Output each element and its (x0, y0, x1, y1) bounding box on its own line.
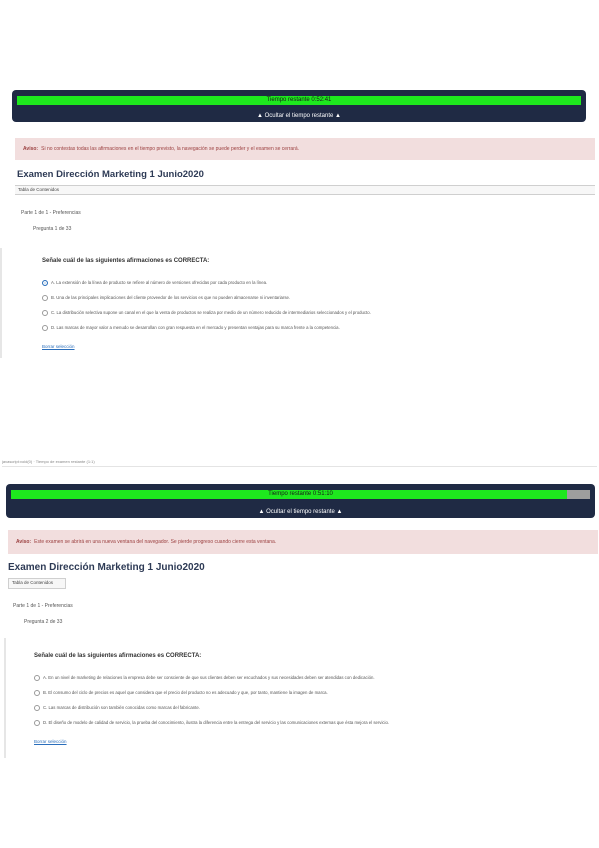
answer-option-b[interactable]: B. El consumo del ciclo de precios es aq… (34, 685, 594, 700)
question-stem: Señale cuál de las siguientes afirmacion… (42, 258, 210, 264)
question-counter: Pregunta 2 de 33 (24, 619, 63, 625)
part-label: Parte 1 de 1 - Preferencias (13, 603, 73, 609)
answer-option-b[interactable]: B. Una de las principales implicaciones … (42, 290, 597, 305)
divider (0, 248, 2, 358)
option-text: B. El consumo del ciclo de precios es aq… (43, 690, 328, 695)
timer-progress-bar: Tiempo restante 0:52:41 (17, 96, 581, 105)
exam-title: Examen Dirección Marketing 1 Junio2020 (17, 169, 204, 180)
answer-option-a[interactable]: A. En un nivel de marketing de relacione… (34, 670, 594, 685)
timer-progress-bar: Tiempo restante 0:51:10 (11, 490, 590, 499)
radio-button[interactable] (34, 689, 40, 696)
clear-selection-link[interactable]: Borrar selección (34, 739, 67, 744)
footer-text: javascript:void(0) · Tiempo de examen re… (2, 459, 95, 464)
timer-text: Tiempo restante 0:52:41 (266, 97, 332, 103)
option-text: C. La distribución selectiva supone un c… (51, 310, 371, 315)
notice-label: Aviso: (16, 539, 32, 545)
question-card: Señale cuál de las siguientes afirmacion… (42, 258, 597, 353)
clear-selection-link[interactable]: Borrar selección (42, 344, 75, 349)
notice-text: Si no contestas todas las afirmaciones e… (41, 146, 300, 152)
answer-option-d[interactable]: D. Las marcas de mayor valor a menudo se… (42, 320, 597, 335)
radio-button[interactable] (42, 294, 48, 301)
question-counter: Pregunta 1 de 33 (33, 226, 72, 232)
question-card: Señale cuál de las siguientes afirmacion… (34, 653, 594, 748)
timer-text: Tiempo restante 0:51:10 (268, 491, 333, 497)
hide-timer-button[interactable]: ▲ Ocultar el tiempo restante ▲ (12, 113, 586, 119)
answer-option-c[interactable]: C. Las marcas de distribución son tambié… (34, 700, 594, 715)
answer-option-d[interactable]: D. El diseño de modelo de calidad de ser… (34, 715, 594, 730)
hide-timer-button[interactable]: ▲ Ocultar el tiempo restante ▲ (6, 509, 595, 515)
option-text: A. La extensión de la línea de producto … (51, 280, 268, 285)
answer-option-a[interactable]: A. La extensión de la línea de producto … (42, 275, 597, 290)
option-text: A. En un nivel de marketing de relacione… (43, 675, 375, 680)
table-of-contents-button[interactable]: Tabla de Contenidos (15, 185, 595, 195)
table-of-contents-button[interactable]: Tabla de Contenidos (8, 578, 66, 589)
question-stem: Señale cuál de las siguientes afirmacion… (34, 653, 202, 659)
notice-text: Este examen se abrirá en una nueva venta… (34, 539, 277, 545)
warning-notice: Aviso: Si no contestas todas las afirmac… (15, 138, 595, 160)
option-text: D. El diseño de modelo de calidad de ser… (43, 720, 390, 725)
warning-notice: Aviso: Este examen se abrirá en una nuev… (8, 530, 598, 554)
page-footer-strip: javascript:void(0) · Tiempo de examen re… (2, 459, 597, 467)
radio-button[interactable] (42, 279, 48, 286)
divider (4, 638, 6, 758)
timer-panel: Tiempo restante 0:52:41 ▲ Ocultar el tie… (12, 90, 586, 122)
option-text: D. Las marcas de mayor valor a menudo se… (51, 325, 340, 330)
option-text: C. Las marcas de distribución son tambié… (43, 705, 200, 710)
radio-button[interactable] (34, 674, 40, 681)
notice-label: Aviso: (23, 146, 39, 152)
exam-screenshot-2: Tiempo restante 0:51:10 ▲ Ocultar el tie… (0, 478, 599, 778)
answer-option-c[interactable]: C. La distribución selectiva supone un c… (42, 305, 597, 320)
radio-button[interactable] (42, 324, 48, 331)
exam-screenshot-1: Tiempo restante 0:52:41 ▲ Ocultar el tie… (0, 90, 599, 360)
timer-panel: Tiempo restante 0:51:10 ▲ Ocultar el tie… (6, 484, 595, 518)
exam-title: Examen Dirección Marketing 1 Junio2020 (8, 562, 205, 573)
radio-button[interactable] (34, 719, 40, 726)
radio-button[interactable] (34, 704, 40, 711)
radio-button[interactable] (42, 309, 48, 316)
part-label: Parte 1 de 1 - Preferencias (21, 210, 81, 216)
option-text: B. Una de las principales implicaciones … (51, 295, 291, 300)
